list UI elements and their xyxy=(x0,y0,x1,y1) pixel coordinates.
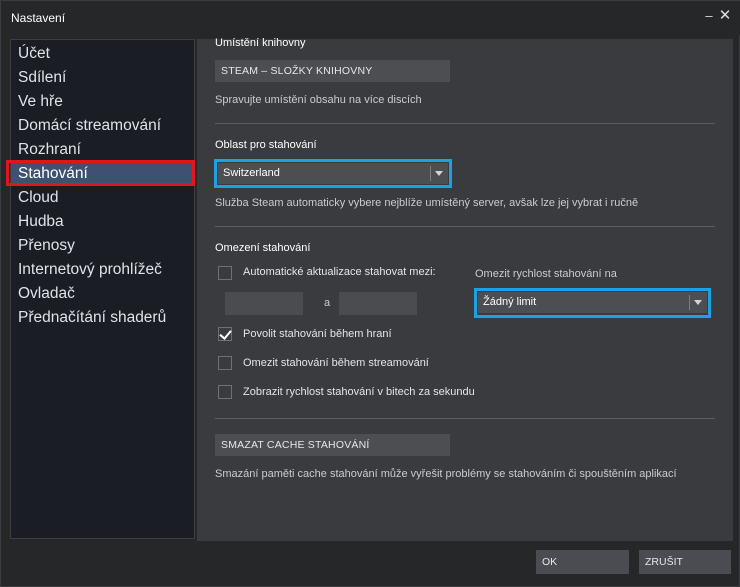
sidebar-item-ucet[interactable]: Účet xyxy=(17,43,50,65)
divider xyxy=(215,418,715,419)
close-icon[interactable]: ✕ xyxy=(717,8,733,24)
sidebar-item-internetovy-prohlizec[interactable]: Internetový prohlížeč xyxy=(17,259,162,281)
settings-window: Nastavení – ✕ Účet Sdílení Ve hře Domácí… xyxy=(0,0,740,587)
library-description: Spravujte umístění obsahu na více discíc… xyxy=(215,94,422,106)
sidebar-item-hudba[interactable]: Hudba xyxy=(17,211,64,233)
speed-limit-select[interactable]: Žádný limit xyxy=(478,292,707,313)
region-description: Služba Steam automaticky vybere nejblíže… xyxy=(215,197,639,209)
library-section-title: Umístění knihovny xyxy=(215,37,306,49)
settings-sidebar: Účet Sdílení Ve hře Domácí streamování R… xyxy=(10,39,195,539)
auto-update-to-input[interactable] xyxy=(339,292,417,315)
allow-ingame-checkbox[interactable] xyxy=(218,327,232,341)
sidebar-item-domaci-streamovani[interactable]: Domácí streamování xyxy=(17,115,161,137)
sidebar-item-cloud[interactable]: Cloud xyxy=(17,187,59,209)
chevron-down-icon xyxy=(430,166,446,181)
auto-update-from-input[interactable] xyxy=(225,292,303,315)
clear-cache-button[interactable]: SMAZAT CACHE STAHOVÁNÍ xyxy=(215,434,450,456)
allow-ingame-label: Povolit stahování během hraní xyxy=(243,328,392,340)
bits-checkbox[interactable] xyxy=(218,385,232,399)
speed-limit-value: Žádný limit xyxy=(483,296,537,308)
sidebar-item-stahovani[interactable]: Stahování xyxy=(11,163,194,185)
sidebar-item-ve-hre[interactable]: Ve hře xyxy=(17,91,63,113)
between-label: a xyxy=(324,297,331,309)
sidebar-item-prednacitani-shaderu[interactable]: Přednačítání shaderů xyxy=(17,307,166,329)
cancel-button[interactable]: ZRUŠIT xyxy=(639,550,731,574)
title-bar[interactable]: Nastavení – ✕ xyxy=(1,1,740,35)
window-title: Nastavení xyxy=(11,11,66,25)
divider xyxy=(215,226,715,227)
chevron-down-icon xyxy=(689,295,705,310)
bits-label: Zobrazit rychlost stahování v bitech za … xyxy=(243,386,475,398)
divider xyxy=(215,123,715,124)
sidebar-item-ovladac[interactable]: Ovladač xyxy=(17,283,75,305)
sidebar-item-prenosy[interactable]: Přenosy xyxy=(17,235,75,257)
ok-button[interactable]: OK xyxy=(536,550,629,574)
limit-streaming-checkbox[interactable] xyxy=(218,356,232,370)
sidebar-item-rozhrani[interactable]: Rozhraní xyxy=(17,139,81,161)
minimize-icon[interactable]: – xyxy=(701,8,717,24)
region-section-title: Oblast pro stahování xyxy=(215,139,317,151)
download-region-select[interactable]: Switzerland xyxy=(218,163,448,184)
settings-content: Umístění knihovny STEAM – SLOŽKY KNIHOVN… xyxy=(197,37,733,541)
cache-description: Smazání paměti cache stahování může vyře… xyxy=(215,468,677,480)
library-folders-button[interactable]: STEAM – SLOŽKY KNIHOVNY xyxy=(215,60,450,82)
limits-section-title: Omezení stahování xyxy=(215,242,311,254)
sidebar-item-sdileni[interactable]: Sdílení xyxy=(17,67,66,89)
download-region-value: Switzerland xyxy=(223,167,280,179)
auto-update-checkbox[interactable] xyxy=(218,266,232,280)
limit-streaming-label: Omezit stahování během streamování xyxy=(243,357,429,369)
speed-limit-title: Omezit rychlost stahování na xyxy=(475,268,617,280)
auto-update-label: Automatické aktualizace stahovat mezi: xyxy=(243,266,436,278)
